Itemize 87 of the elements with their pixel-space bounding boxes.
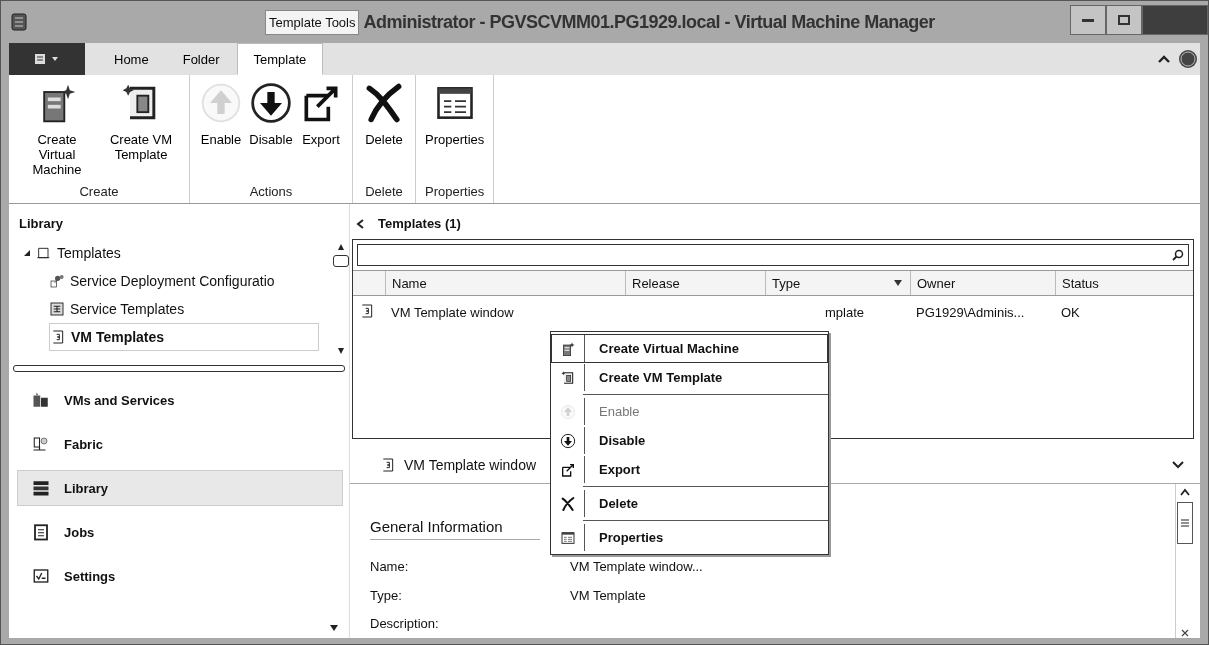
workspace-button[interactable]: Fabric (17, 426, 343, 462)
ribbon-tab[interactable]: Folder (165, 43, 237, 75)
template-icon (560, 369, 576, 386)
menu-icon (34, 52, 60, 66)
checkbox-icon (32, 567, 50, 585)
grip-icon (1181, 519, 1189, 527)
menu-item[interactable]: Create Virtual Machine (551, 334, 828, 363)
ribbon-group-label: Properties (425, 184, 485, 199)
servers-icon (32, 391, 50, 409)
column-header[interactable]: Owner (910, 271, 1055, 295)
menu-item[interactable]: Properties (551, 523, 828, 552)
minimize-button[interactable] (1070, 5, 1106, 35)
menu-item[interactable]: Export (551, 455, 828, 484)
properties-icon (560, 529, 576, 546)
table-cell-text: VM Template window (390, 304, 515, 320)
template-icon (359, 302, 375, 319)
column-header[interactable]: Release (625, 271, 765, 295)
pane-splitter[interactable] (13, 365, 345, 372)
scroll-down-icon[interactable] (329, 624, 339, 632)
workspace-button[interactable]: Settings (17, 558, 343, 594)
workspace-button[interactable]: Library (17, 470, 343, 506)
ribbon-button[interactable]: Delete (359, 81, 409, 148)
workspace-button[interactable]: VMs and Services (17, 382, 343, 418)
tree-item[interactable]: Service Deployment Configuratio (49, 267, 281, 295)
books-icon (32, 479, 50, 497)
collapse-ribbon-icon[interactable] (1158, 54, 1170, 64)
table-cell-text: mplate (824, 304, 866, 320)
section-heading: General Information (370, 518, 540, 540)
field-label: Type: (370, 587, 402, 603)
maximize-button[interactable] (1106, 5, 1142, 35)
template-icon (50, 329, 66, 345)
scrollbar-thumb[interactable] (1177, 502, 1193, 544)
menu-item[interactable]: Delete (551, 489, 828, 518)
pane-title: Library (18, 215, 65, 233)
deploy-icon (49, 273, 65, 289)
field-value: VM Template (570, 587, 647, 603)
ribbon-button[interactable]: Create VM Template (99, 81, 183, 163)
ribbon-button[interactable]: Disable (246, 81, 296, 148)
workspace-button[interactable]: Jobs (17, 514, 343, 550)
field-label: Description: (370, 616, 439, 632)
export-arrow-icon (560, 461, 576, 478)
ribbon-group-label: Delete (365, 184, 403, 199)
ribbon-group-label: Create (79, 184, 119, 199)
app-icon[interactable] (11, 13, 27, 31)
table-cell-text: PG1929\Adminis... (915, 304, 1026, 320)
tree-item[interactable]: Templates (23, 239, 127, 267)
minimize-icon (1081, 17, 1095, 23)
column-header[interactable]: Type (765, 271, 910, 295)
clipboard-icon (32, 523, 50, 541)
expander-icon[interactable] (23, 249, 31, 257)
menu-item[interactable]: Create VM Template (551, 363, 828, 392)
table-cell-text: OK (1060, 304, 1081, 320)
search-field[interactable] (357, 244, 1189, 266)
column-header[interactable]: Name (385, 271, 625, 295)
window-title: Administrator - PGVSCVMM01.PG1929.local - Virtual Machine Manager (363, 11, 935, 33)
sort-caret-icon (894, 280, 902, 286)
details-title: VM Template window (404, 457, 537, 473)
delete-icon (560, 495, 576, 512)
list-title: Templates (1) (378, 216, 461, 231)
resize-grip-icon[interactable] (1180, 628, 1190, 638)
tree-item[interactable]: VM Templates (49, 323, 319, 351)
column-header[interactable]: Status (1055, 271, 1193, 295)
ribbon-button[interactable]: Create Virtual Machine (15, 81, 99, 178)
ribbon-button[interactable]: Properties (422, 81, 488, 148)
ribbon-group-label: Actions (249, 184, 293, 199)
file-menu-button[interactable] (9, 43, 85, 75)
scroll-up-icon[interactable] (337, 243, 345, 251)
collapse-pane-icon[interactable] (356, 218, 364, 229)
scrollbar-thumb[interactable] (333, 255, 349, 267)
scroll-down-icon[interactable] (337, 347, 345, 355)
ribbon-button[interactable]: Export (296, 81, 346, 148)
tree-item[interactable]: Service Templates (49, 295, 191, 323)
template-icon (380, 457, 396, 473)
search-icon (1172, 249, 1184, 261)
fabric-icon (32, 435, 50, 453)
field-value: VM Template window... (570, 558, 704, 574)
scroll-up-icon[interactable] (1180, 488, 1190, 496)
maximize-icon (1117, 14, 1131, 26)
contextual-tab-label: Template Tools (265, 9, 360, 35)
menu-item[interactable]: Disable (551, 426, 828, 455)
field-label: Name: (370, 558, 409, 574)
ribbon-tab[interactable]: Template (236, 43, 324, 75)
template-folder-icon (36, 245, 52, 261)
help-icon[interactable] (1178, 49, 1198, 69)
expand-chevron-icon[interactable] (1172, 461, 1184, 469)
service-template-icon (49, 301, 65, 317)
ribbon-tab[interactable]: Home (97, 43, 166, 75)
